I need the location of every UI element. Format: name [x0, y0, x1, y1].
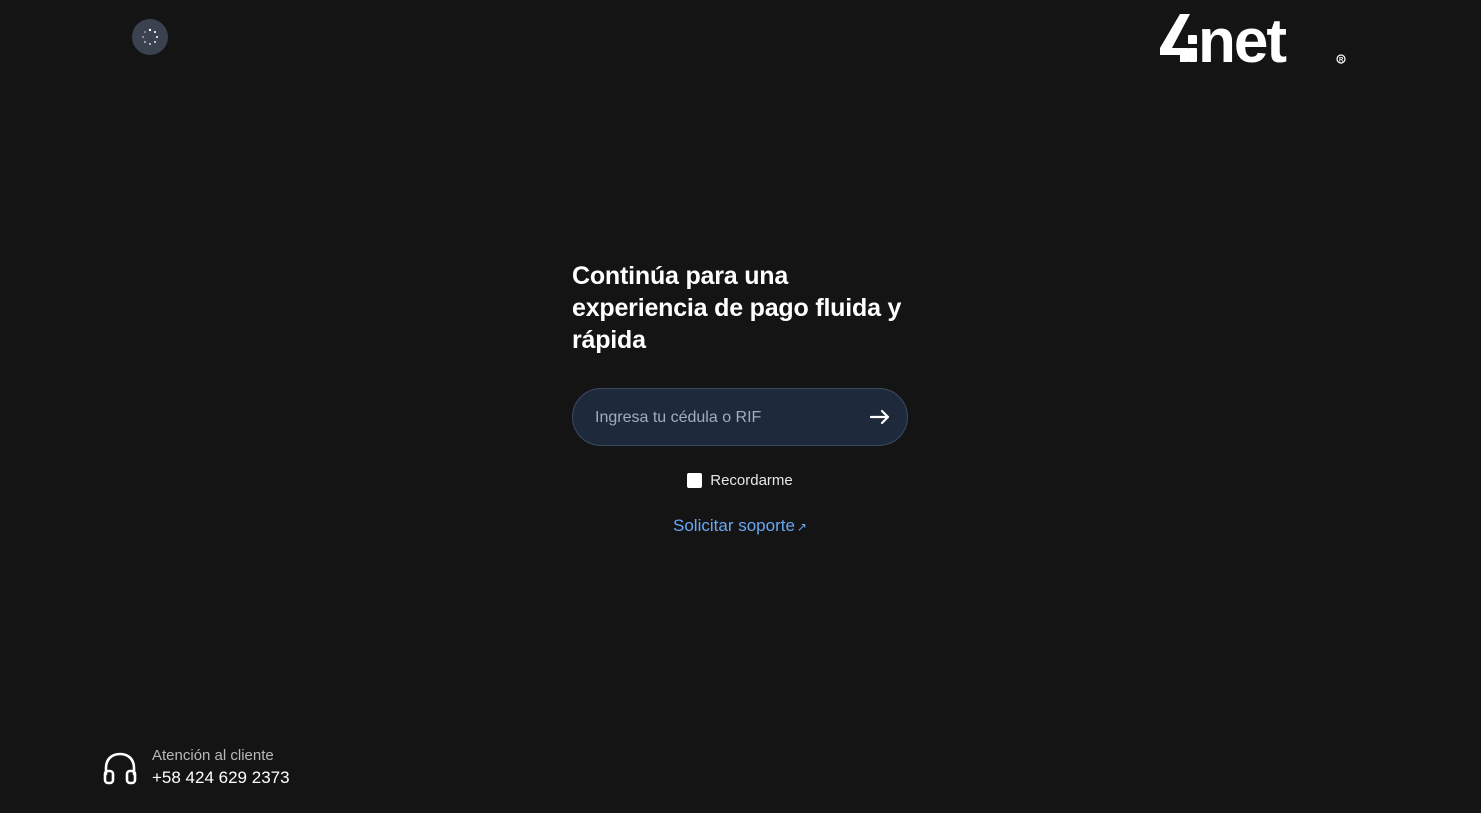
customer-care: Atención al cliente +58 424 629 2373	[102, 746, 290, 790]
id-input-container	[572, 388, 908, 447]
remember-me-row: Recordarme	[572, 472, 908, 489]
remember-me-label[interactable]: Recordarme	[710, 472, 793, 489]
spinner-icon	[141, 28, 159, 46]
support-link[interactable]: Solicitar soporte ↗	[572, 516, 908, 536]
customer-care-text: Atención al cliente +58 424 629 2373	[152, 746, 290, 790]
login-page: net R Continúa para una experiencia de p…	[0, 0, 1481, 813]
logo-wordmark: net	[1198, 7, 1286, 68]
headphones-icon	[103, 752, 137, 785]
page-title: Continúa para una experiencia de pago fl…	[572, 262, 902, 354]
external-link-icon: ↗	[796, 520, 807, 534]
remember-me-checkbox[interactable]	[687, 473, 703, 488]
brand-logo: net R	[1158, 4, 1350, 76]
id-number-input[interactable]	[593, 389, 847, 447]
arrow-right-icon[interactable]	[869, 406, 891, 428]
customer-care-label: Atención al cliente	[152, 747, 274, 764]
svg-text:R: R	[1339, 58, 1344, 64]
customer-care-phone[interactable]: +58 424 629 2373	[152, 766, 290, 790]
login-panel: Continúa para una experiencia de pago fl…	[572, 260, 908, 536]
loading-indicator	[132, 19, 168, 55]
support-link-label[interactable]: Solicitar soporte	[673, 516, 795, 535]
